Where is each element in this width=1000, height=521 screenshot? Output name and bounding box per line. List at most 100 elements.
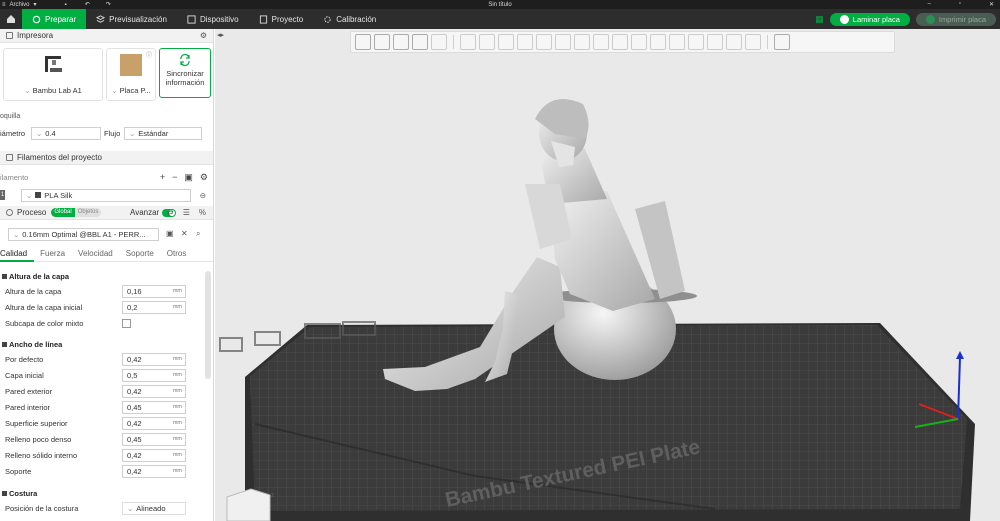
project-icon bbox=[259, 14, 267, 24]
filament-sync-icon[interactable]: ▣ bbox=[184, 172, 193, 183]
setting-row: Por defecto 0,42 mm bbox=[0, 351, 203, 367]
add-filament-icon[interactable]: + bbox=[160, 172, 165, 183]
setting-input[interactable]: 0,16 mm bbox=[122, 284, 186, 298]
seam-position-select[interactable]: ⌄ Alineado bbox=[122, 501, 186, 515]
plate-card[interactable]: ⓘ ⌄ Placa P... bbox=[106, 48, 156, 101]
tab-prepare-label: Preparar bbox=[45, 14, 77, 24]
filaments-section-header: Filamentos del proyecto bbox=[0, 151, 213, 165]
mixed-color-checkbox[interactable] bbox=[122, 318, 131, 328]
z-axis-arrow bbox=[956, 351, 964, 359]
tab-speed[interactable]: Velocidad bbox=[78, 246, 120, 262]
group-icon bbox=[2, 273, 7, 279]
filament-icon bbox=[6, 154, 13, 161]
tab-calibration[interactable]: Calibración bbox=[313, 9, 386, 29]
tab-calibration-label: Calibración bbox=[336, 14, 377, 24]
setting-input[interactable]: 0,42 mm bbox=[122, 352, 186, 366]
setting-input[interactable]: 0,45 mm bbox=[122, 400, 186, 414]
scope-global[interactable]: Global bbox=[51, 208, 75, 217]
percent-icon[interactable]: % bbox=[199, 208, 206, 217]
view-cube[interactable]: z bbox=[226, 488, 274, 521]
setting-name: Posición de la costura bbox=[5, 503, 79, 513]
minimize-icon[interactable]: – bbox=[927, 1, 930, 8]
window-title: Sin título bbox=[488, 1, 512, 8]
save-preset-icon[interactable]: ▣ bbox=[166, 229, 174, 238]
setting-row: Superficie superior 0,42 mm bbox=[0, 415, 203, 431]
clear-preset-icon[interactable]: ✕ bbox=[181, 229, 188, 238]
process-section-title: Proceso bbox=[17, 208, 47, 217]
setting-input[interactable]: 0,42 mm bbox=[122, 384, 186, 398]
setting-input[interactable]: 0,42 mm bbox=[122, 448, 186, 462]
process-section-header: Proceso Global Objetos Avanzar ⇄ ☰ % bbox=[0, 206, 213, 220]
tab-project[interactable]: Proyecto bbox=[249, 9, 314, 29]
setting-unit: mm bbox=[172, 468, 182, 474]
setting-input[interactable]: 0,45 mm bbox=[122, 432, 186, 446]
plate-name: Placa P... bbox=[119, 86, 151, 95]
diameter-select[interactable]: ⌄ 0.4 bbox=[31, 126, 101, 140]
printer-section-title: Impresora bbox=[17, 31, 54, 40]
printer-section-header: Impresora ⚙ bbox=[0, 29, 213, 43]
setting-input[interactable]: 0,2 mm bbox=[122, 300, 186, 314]
process-preset-select[interactable]: ⌄ 0.16mm Optimal @BBL A1 - PERR... bbox=[8, 228, 159, 241]
list-icon[interactable]: ☰ bbox=[183, 208, 190, 217]
print-dropdown-icon bbox=[925, 14, 935, 24]
tab-support[interactable]: Soporte bbox=[126, 246, 161, 262]
setting-value: Alineado bbox=[136, 503, 166, 513]
plate-dropdown-icon: ⌄ bbox=[111, 86, 120, 95]
3d-viewport[interactable]: ◂▸ Bambu Textured PEI Plate z bbox=[215, 29, 1000, 521]
close-icon[interactable]: ✕ bbox=[989, 1, 994, 8]
setting-name: Capa inicial bbox=[5, 370, 44, 380]
flow-value: Estándar bbox=[138, 128, 169, 138]
setting-input[interactable]: 0,5 mm bbox=[122, 368, 186, 382]
setting-unit: mm bbox=[172, 356, 182, 362]
slice-plate-button[interactable]: Laminar placa bbox=[829, 12, 910, 26]
maximize-icon[interactable]: ▫ bbox=[959, 1, 961, 8]
printer-dropdown-icon: ⌄ bbox=[24, 86, 33, 95]
printer-row: ⌄ Bambu Lab A1 ⓘ ⌄ Placa P... Sincroniza… bbox=[0, 43, 213, 109]
group-title: Ancho de línea bbox=[9, 339, 63, 349]
setting-input[interactable]: 0,42 mm bbox=[122, 416, 186, 430]
setting-row: Posición de la costura ⌄ Alineado bbox=[0, 500, 203, 516]
settings-scrollbar[interactable] bbox=[205, 271, 211, 379]
tab-device[interactable]: Dispositivo bbox=[177, 9, 249, 29]
filament-select[interactable]: ⌄ PLA Silk bbox=[21, 188, 191, 202]
filament-dropdown-icon: ⌄ bbox=[26, 190, 33, 200]
setting-name: Relleno sólido interno bbox=[5, 450, 78, 460]
tab-prepare[interactable]: Preparar bbox=[22, 9, 87, 29]
seam-dropdown-icon: ⌄ bbox=[127, 503, 134, 513]
compare-icon[interactable]: ⇄ bbox=[167, 208, 174, 217]
scope-objects[interactable]: Objetos bbox=[74, 208, 102, 217]
setting-row: Relleno sólido interno 0,42 mm bbox=[0, 447, 203, 463]
filament-settings-icon[interactable]: ⚙ bbox=[200, 172, 208, 183]
printer-card[interactable]: ⌄ Bambu Lab A1 bbox=[3, 48, 103, 101]
filament-item: 1 ⌄ PLA Silk ⊖ bbox=[0, 187, 213, 203]
filament-column-label: ilamento bbox=[0, 172, 29, 182]
setting-unit: mm bbox=[172, 420, 182, 426]
tab-strength[interactable]: Fuerza bbox=[40, 246, 72, 262]
slice-plate-label: Laminar placa bbox=[852, 14, 900, 24]
tab-others[interactable]: Otros bbox=[167, 246, 194, 262]
tab-preview[interactable]: Previsualización bbox=[86, 9, 177, 29]
setting-input[interactable]: 0,42 mm bbox=[122, 464, 186, 478]
setting-unit: mm bbox=[172, 304, 182, 310]
sync-icon bbox=[180, 53, 190, 67]
flow-select[interactable]: ⌄ Estándar bbox=[124, 126, 202, 140]
filament-index-badge[interactable]: 1 bbox=[0, 190, 5, 200]
filaments-section-title: Filamentos del proyecto bbox=[17, 153, 102, 162]
setting-value: 0,42 bbox=[127, 386, 142, 396]
printer-settings-icon[interactable]: ⚙ bbox=[200, 31, 207, 40]
info-icon[interactable]: ⓘ bbox=[146, 50, 152, 59]
tab-quality[interactable]: Calidad bbox=[0, 246, 35, 262]
search-icon[interactable]: ⌕ bbox=[196, 229, 200, 239]
setting-row: Subcapa de color mixto bbox=[0, 315, 203, 331]
tab-device-label: Dispositivo bbox=[199, 14, 239, 24]
remove-filament-icon[interactable]: − bbox=[172, 172, 177, 183]
setting-row: Pared exterior 0,42 mm bbox=[0, 383, 203, 399]
print-plate-button[interactable]: Imprimir placa bbox=[915, 12, 996, 26]
home-button[interactable] bbox=[0, 9, 22, 29]
setting-name: Pared interior bbox=[5, 402, 51, 412]
remove-filament-item-icon[interactable]: ⊖ bbox=[200, 191, 206, 200]
scope-switch[interactable]: Global Objetos bbox=[51, 208, 102, 217]
plate-settings-icon[interactable]: ▦ bbox=[815, 14, 824, 25]
sync-info-button[interactable]: Sincronizar información bbox=[159, 48, 211, 98]
group-title: Altura de la capa bbox=[9, 271, 70, 281]
